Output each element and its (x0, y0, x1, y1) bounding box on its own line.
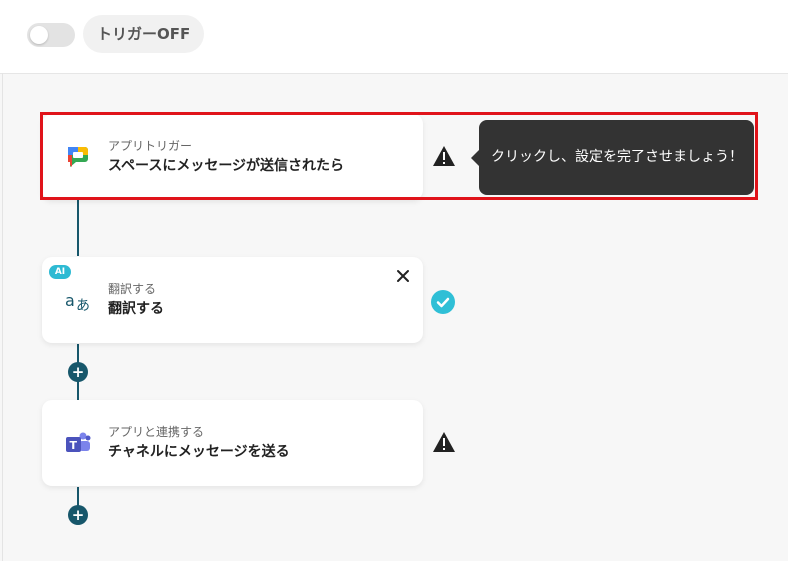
flow-connector (77, 487, 79, 507)
check-icon (431, 290, 455, 314)
step-card-trigger[interactable]: アプリトリガー スペースにメッセージが送信されたら (42, 114, 423, 200)
flow-connector (77, 198, 79, 256)
step-card-translate[interactable]: AI a あ 翻訳する 翻訳する (42, 257, 423, 343)
translate-icon: a あ (65, 291, 90, 314)
step-subtitle: 翻訳する (108, 282, 157, 296)
toggle-knob (30, 26, 48, 44)
top-bar: トリガーOFF (0, 0, 788, 74)
warning-icon (433, 146, 455, 166)
warning-icon (433, 432, 455, 452)
left-divider (2, 73, 3, 561)
step-subtitle: アプリと連携する (108, 425, 205, 439)
add-step-button[interactable]: + (68, 505, 88, 525)
close-icon[interactable] (395, 268, 411, 284)
svg-text:あ: あ (76, 298, 90, 314)
microsoft-teams-icon: T (66, 432, 91, 452)
step-title: 翻訳する (108, 301, 164, 317)
ai-badge: AI (49, 265, 71, 279)
add-step-button[interactable]: + (68, 362, 88, 382)
step-title: スペースにメッセージが送信されたら (108, 158, 345, 174)
tooltip-arrow (471, 150, 479, 166)
setup-tooltip: クリックし、設定を完了させましょう！ (471, 120, 754, 195)
step-subtitle: アプリトリガー (108, 139, 193, 153)
tooltip-text: クリックし、設定を完了させましょう！ (491, 149, 743, 165)
trigger-toggle[interactable] (27, 23, 75, 47)
trigger-status-label: トリガーOFF (83, 15, 205, 53)
svg-text:T: T (70, 439, 78, 452)
svg-text:a: a (65, 291, 75, 310)
step-title: チャネルにメッセージを送る (108, 444, 290, 460)
step-card-teams[interactable]: T アプリと連携する チャネルにメッセージを送る (42, 400, 423, 486)
checkmark-glyph (436, 297, 450, 308)
google-chat-icon (68, 147, 88, 167)
